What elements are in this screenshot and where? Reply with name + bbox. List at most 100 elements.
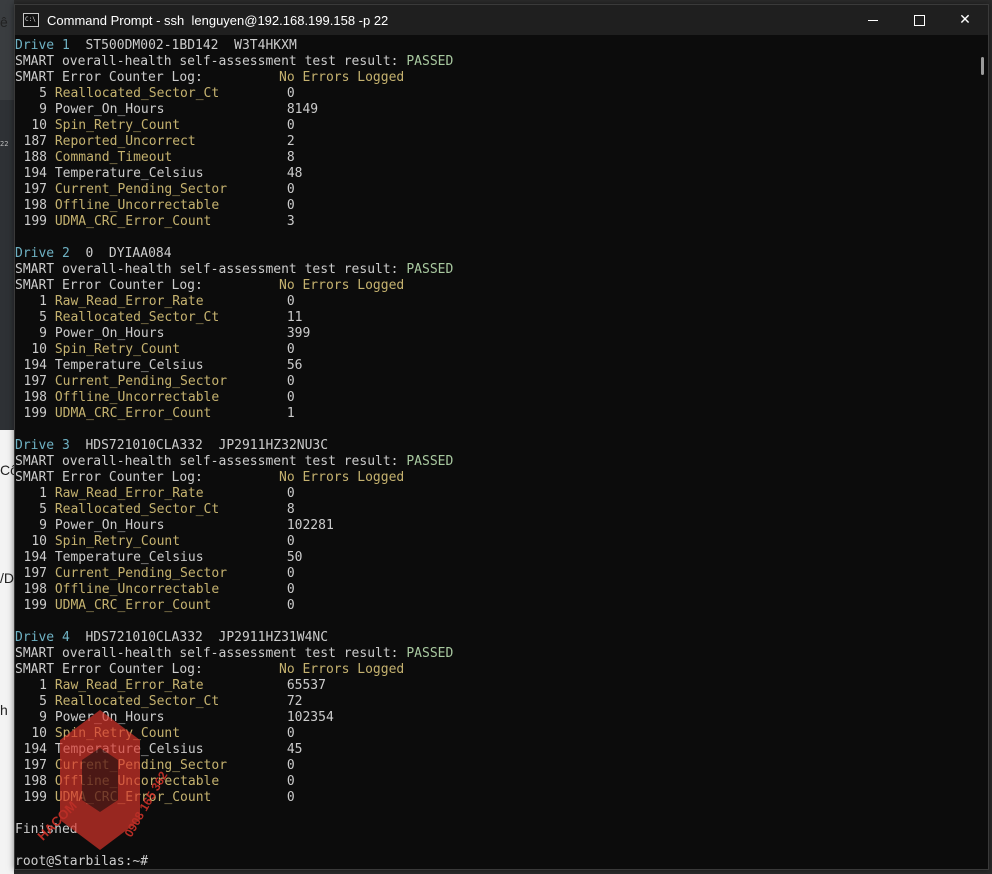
attribute-raw-value: 0 <box>286 182 295 197</box>
attribute-name: Temperature_Celsius <box>54 166 204 181</box>
smart-attribute-row: 188 Command_Timeout 8 <box>15 150 974 166</box>
attribute-raw-value: 65537 <box>286 678 326 693</box>
attribute-id: 5 <box>39 310 47 325</box>
attribute-name: Offline_Uncorrectable <box>54 582 220 597</box>
attribute-name: UDMA_CRC_Error_Count <box>54 598 212 613</box>
attribute-id: 10 <box>31 118 47 133</box>
health-result-badge: PASSED <box>406 54 454 69</box>
attribute-raw-value: 0 <box>286 390 295 405</box>
attribute-name: Current_Pending_Sector <box>54 566 228 581</box>
attribute-id: 5 <box>39 694 47 709</box>
attribute-raw-value: 56 <box>286 358 303 373</box>
minimize-button[interactable] <box>850 5 896 35</box>
attribute-id: 10 <box>31 534 47 549</box>
attribute-name: Temperature_Celsius <box>54 550 204 565</box>
attribute-name: Power_On_Hours <box>54 102 165 117</box>
attribute-id: 187 <box>23 134 47 149</box>
attribute-raw-value: 3 <box>286 214 295 229</box>
smart-attribute-row: 198 Offline_Uncorrectable 0 <box>15 774 974 790</box>
attribute-id: 188 <box>23 150 47 165</box>
attribute-id: 5 <box>39 86 47 101</box>
error-log-label: SMART Error Counter Log: <box>15 278 203 293</box>
smart-attribute-row: 197 Current_Pending_Sector 0 <box>15 758 974 774</box>
command-prompt-window[interactable]: Command Prompt - ssh lenguyen@192.168.19… <box>14 4 989 870</box>
attribute-name: Reallocated_Sector_Ct <box>54 310 220 325</box>
attribute-id: 1 <box>39 678 47 693</box>
scrollbar-thumb[interactable] <box>981 57 984 75</box>
error-log-line: SMART Error Counter Log: No Errors Logged <box>15 662 974 678</box>
smart-attribute-row: 187 Reported_Uncorrect 2 <box>15 134 974 150</box>
minimize-icon <box>868 19 878 21</box>
smart-attribute-row: 199 UDMA_CRC_Error_Count 0 <box>15 598 974 614</box>
smart-attribute-row: 197 Current_Pending_Sector 0 <box>15 182 974 198</box>
desktop-background: ê 22 Cô /D h <box>0 0 18 874</box>
attribute-id: 194 <box>23 742 47 757</box>
drive-header-line: Drive 2 0 DYIAA084 <box>15 246 974 262</box>
error-log-label: SMART Error Counter Log: <box>15 470 203 485</box>
attribute-id: 1 <box>39 294 47 309</box>
error-log-value: No Errors Logged <box>279 278 405 293</box>
smart-attribute-row: 1 Raw_Read_Error_Rate 0 <box>15 486 974 502</box>
smart-attribute-row: 199 UDMA_CRC_Error_Count 1 <box>15 406 974 422</box>
attribute-id: 198 <box>23 390 47 405</box>
drive-model-serial: HDS721010CLA332 JP2911HZ31W4NC <box>69 630 329 645</box>
attribute-raw-value: 48 <box>286 166 303 181</box>
overall-health-text: SMART overall-health self-assessment tes… <box>15 646 407 661</box>
attribute-id: 10 <box>31 342 47 357</box>
smart-attribute-row: 9 Power_On_Hours 102281 <box>15 518 974 534</box>
attribute-name: Command_Timeout <box>54 150 173 165</box>
smart-attribute-row: 197 Current_Pending_Sector 0 <box>15 566 974 582</box>
drive-header-line: Drive 3 HDS721010CLA332 JP2911HZ32NU3C <box>15 438 974 454</box>
maximize-icon <box>913 14 925 26</box>
attribute-id: 197 <box>23 374 47 389</box>
vertical-scrollbar[interactable] <box>974 35 988 869</box>
overall-health-line: SMART overall-health self-assessment tes… <box>15 454 974 470</box>
attribute-name: Spin_Retry_Count <box>54 726 181 741</box>
smart-attribute-row: 10 Spin_Retry_Count 0 <box>15 726 974 742</box>
maximize-button[interactable] <box>896 5 942 35</box>
attribute-raw-value: 102281 <box>286 518 334 533</box>
attribute-raw-value: 0 <box>286 374 295 389</box>
drive-header-line: Drive 4 HDS721010CLA332 JP2911HZ31W4NC <box>15 630 974 646</box>
smart-attribute-row: 199 UDMA_CRC_Error_Count 3 <box>15 214 974 230</box>
smart-attribute-row: 5 Reallocated_Sector_Ct 0 <box>15 86 974 102</box>
error-log-line: SMART Error Counter Log: No Errors Logged <box>15 70 974 86</box>
attribute-raw-value: 0 <box>286 86 295 101</box>
attribute-id: 1 <box>39 486 47 501</box>
drive-label: Drive 2 <box>15 246 70 261</box>
smart-attribute-row: 194 Temperature_Celsius 56 <box>15 358 974 374</box>
health-result-badge: PASSED <box>406 262 454 277</box>
attribute-name: Raw_Read_Error_Rate <box>54 294 204 309</box>
command-prompt-icon <box>23 13 39 27</box>
attribute-id: 199 <box>23 598 47 613</box>
smart-attribute-row: 10 Spin_Retry_Count 0 <box>15 342 974 358</box>
smart-attribute-row: 1 Raw_Read_Error_Rate 65537 <box>15 678 974 694</box>
attribute-raw-value: 2 <box>286 134 295 149</box>
error-log-line: SMART Error Counter Log: No Errors Logged <box>15 278 974 294</box>
drive-label: Drive 3 <box>15 438 70 453</box>
drive-label: Drive 4 <box>15 630 70 645</box>
error-log-line: SMART Error Counter Log: No Errors Logged <box>15 470 974 486</box>
smart-attribute-row: 9 Power_On_Hours 8149 <box>15 102 974 118</box>
attribute-name: Offline_Uncorrectable <box>54 198 220 213</box>
attribute-name: Current_Pending_Sector <box>54 758 228 773</box>
overall-health-line: SMART overall-health self-assessment tes… <box>15 646 974 662</box>
terminal-output[interactable]: Drive 1 ST500DM002-1BD142 W3T4HKXM SMART … <box>15 35 974 869</box>
attribute-id: 194 <box>23 166 47 181</box>
background-text-fragment: /D <box>0 570 14 586</box>
attribute-id: 198 <box>23 582 47 597</box>
attribute-raw-value: 0 <box>286 294 295 309</box>
background-text-fragment: h <box>0 702 8 718</box>
attribute-name: Raw_Read_Error_Rate <box>54 486 204 501</box>
shell-prompt[interactable]: root@Starbilas:~# <box>15 854 974 869</box>
attribute-id: 9 <box>39 518 47 533</box>
attribute-raw-value: 0 <box>286 198 295 213</box>
smart-attribute-row: 198 Offline_Uncorrectable 0 <box>15 582 974 598</box>
close-button[interactable]: ✕ <box>942 5 988 35</box>
background-text-fragment: ê <box>0 14 8 30</box>
smart-attribute-row: 5 Reallocated_Sector_Ct 72 <box>15 694 974 710</box>
finished-text: Finished <box>15 822 78 837</box>
title-bar[interactable]: Command Prompt - ssh lenguyen@192.168.19… <box>15 5 988 35</box>
